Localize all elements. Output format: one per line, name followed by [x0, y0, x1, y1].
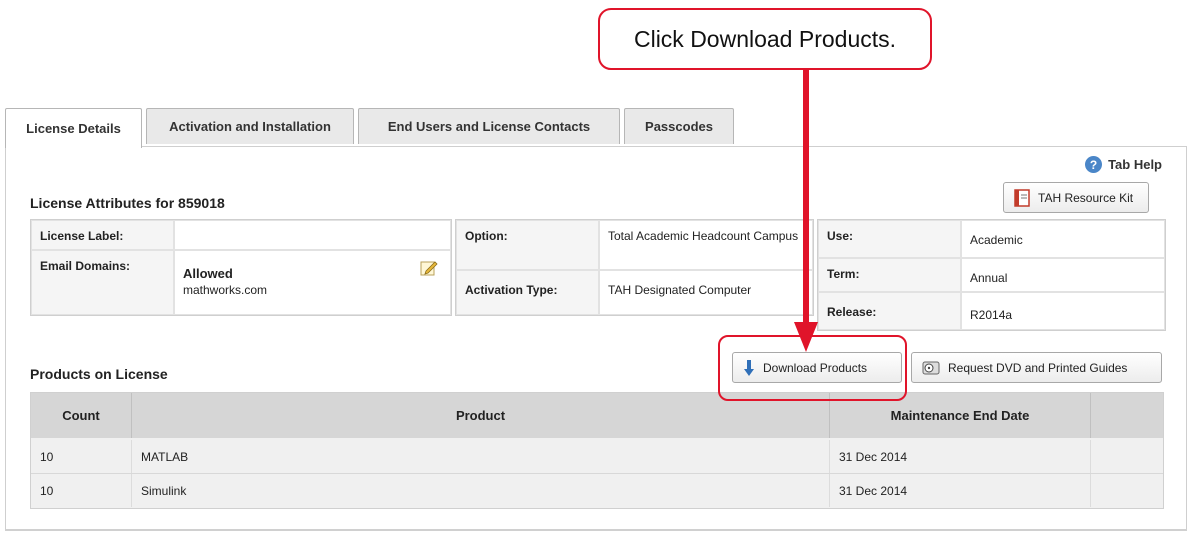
- tab-license-details[interactable]: License Details: [5, 108, 142, 148]
- annotation-arrow: [794, 70, 818, 352]
- tab-label: License Details: [26, 121, 121, 136]
